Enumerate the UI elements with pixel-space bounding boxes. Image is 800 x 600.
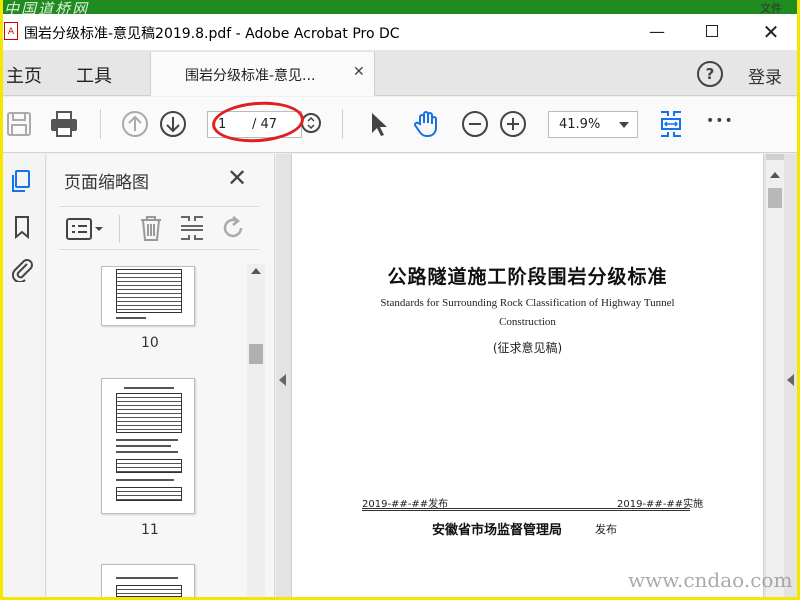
document-divider: [362, 508, 690, 509]
document-organization: 安徽省市场监督管理局: [432, 523, 563, 538]
delete-page-icon[interactable]: [137, 213, 165, 243]
tab-document[interactable]: 围岩分级标准-意见... ✕: [150, 52, 375, 96]
zoom-level-select[interactable]: 41.9%: [548, 111, 638, 138]
thumbnail-table-preview: [116, 269, 182, 313]
thumbnail-table-preview: [116, 585, 182, 597]
thumbnail-table-preview: [116, 459, 182, 473]
thumbnail-text-line: [116, 479, 174, 481]
attachment-icon[interactable]: [9, 256, 35, 282]
toolbar-separator: [100, 109, 101, 139]
help-icon[interactable]: ?: [697, 61, 723, 87]
document-english-title-line1: Standards for Surrounding Rock Classific…: [380, 297, 675, 309]
thumbnail-page[interactable]: [101, 266, 195, 326]
tab-tools[interactable]: 工具: [76, 62, 112, 88]
more-tools-icon[interactable]: •••: [706, 113, 736, 143]
tab-home[interactable]: 主页: [6, 62, 42, 88]
zoom-level-value: 41.9%: [559, 117, 601, 132]
select-cursor-icon[interactable]: [364, 109, 394, 139]
panel-title: 页面缩略图: [64, 173, 149, 193]
thumbnail-text-line: [116, 577, 178, 579]
thumbnail-options-icon[interactable]: [65, 215, 105, 243]
extract-page-icon[interactable]: [177, 213, 207, 243]
collapse-left-panel-icon[interactable]: [279, 374, 286, 386]
thumbnail-text-line: [124, 387, 174, 389]
collapse-right-panel-icon[interactable]: [787, 374, 794, 386]
scrollbar-thumb[interactable]: [768, 188, 782, 208]
tab-close-button[interactable]: ✕: [353, 64, 365, 80]
login-button[interactable]: 登录: [748, 63, 782, 88]
document-divider: [362, 510, 690, 511]
thumbnail-text-line: [116, 317, 146, 319]
print-icon[interactable]: [49, 109, 79, 139]
maximize-icon: [706, 25, 718, 37]
scrollbar-thumb[interactable]: [249, 344, 263, 364]
page-thumbnails-icon[interactable]: [9, 168, 35, 194]
previous-page-icon[interactable]: [120, 109, 150, 139]
zoom-in-icon[interactable]: [498, 109, 528, 139]
document-draft-label: (征求意见稿): [492, 341, 563, 355]
panel-close-button[interactable]: ✕: [227, 164, 247, 192]
tab-bar: 主页 工具 围岩分级标准-意见... ✕ ? 登录: [0, 50, 800, 96]
thumbnail-page[interactable]: [101, 378, 195, 514]
document-title: 公路隧道施工阶段围岩分级标准: [387, 266, 668, 288]
title-bar: A 围岩分级标准-意见稿2019.8.pdf - Adobe Acrobat P…: [0, 14, 800, 50]
thumbnail-text-line: [116, 439, 178, 441]
maximize-button[interactable]: [697, 20, 727, 44]
scroll-up-icon[interactable]: [251, 268, 261, 274]
close-window-button[interactable]: ✕: [756, 20, 786, 44]
thumbnail-text-line: [116, 445, 171, 447]
thumbnail-text-line: [116, 451, 178, 453]
window-title: 围岩分级标准-意见稿2019.8.pdf - Adobe Acrobat Pro…: [24, 26, 400, 42]
next-page-icon[interactable]: [158, 109, 188, 139]
hand-tool-icon[interactable]: [412, 109, 442, 139]
watermark-bottom: www.cndao.com: [628, 568, 793, 592]
save-icon[interactable]: [4, 109, 34, 139]
chevron-down-icon: [619, 122, 629, 128]
thumbnail-page[interactable]: [101, 564, 195, 600]
scroll-up-icon[interactable]: [770, 172, 780, 178]
navigation-rail: [3, 154, 46, 600]
scrollbar-top: [766, 154, 784, 160]
thumbnail-table-preview: [116, 393, 182, 433]
thumbnail-page-number: 11: [141, 522, 159, 538]
zoom-out-icon[interactable]: [460, 109, 490, 139]
toolbar: 1 / 47 41.9% •••: [0, 97, 800, 153]
thumbnail-scrollbar[interactable]: [247, 264, 265, 600]
document-scrollbar[interactable]: [766, 154, 784, 600]
panel-separator: [119, 215, 120, 243]
panel-toolbar: [59, 206, 259, 250]
document-english-title-line2: Construction: [499, 316, 556, 328]
minimize-button[interactable]: —: [642, 20, 672, 44]
rotate-page-icon[interactable]: [219, 213, 249, 243]
tab-document-label: 围岩分级标准-意见...: [185, 68, 316, 84]
toolbar-separator: [342, 109, 343, 139]
document-organization-publish: 发布: [595, 523, 617, 536]
acrobat-app-icon: A: [4, 22, 18, 40]
bookmark-icon[interactable]: [9, 214, 35, 240]
thumbnail-table-preview: [116, 487, 182, 501]
top-strip: 中国道桥网 文件: [0, 0, 800, 18]
document-view: 公路隧道施工阶段围岩分级标准 Standards for Surrounding…: [276, 154, 797, 600]
thumbnail-page-number: 10: [141, 335, 159, 351]
fit-width-icon[interactable]: [656, 109, 686, 139]
page-thumbnails-panel: 页面缩略图 ✕ 10 11: [47, 154, 275, 600]
document-page: 公路隧道施工阶段围岩分级标准 Standards for Surrounding…: [291, 154, 764, 600]
